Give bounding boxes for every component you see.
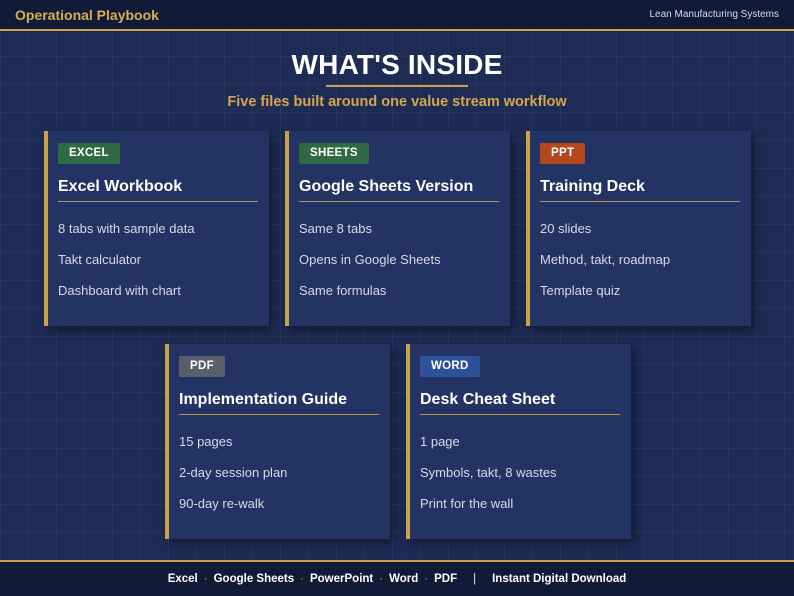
feature-list: Same 8 tabs Opens in Google Sheets Same … xyxy=(299,221,441,314)
feature-list: 15 pages 2-day session plan 90-day re-wa… xyxy=(179,434,287,527)
delivery-note: Instant Digital Download xyxy=(492,573,627,585)
card-word: WORD Desk Cheat Sheet 1 page Symbols, ta… xyxy=(406,344,631,539)
format-word: Word xyxy=(389,573,419,585)
list-item: 15 pages xyxy=(179,434,233,449)
feature-list: 1 page Symbols, takt, 8 wastes Print for… xyxy=(420,434,557,527)
list-item: Method, takt, roadmap xyxy=(540,252,671,267)
card-excel: EXCEL Excel Workbook 8 tabs with sample … xyxy=(44,131,269,326)
dot-separator: · xyxy=(379,573,384,585)
list-item: Print for the wall xyxy=(420,496,514,511)
brand-title: Operational Playbook xyxy=(15,7,159,23)
sheets-badge: SHEETS xyxy=(299,143,369,164)
list-item: Opens in Google Sheets xyxy=(299,252,441,267)
top-bar: Operational Playbook Lean Manufacturing … xyxy=(0,0,794,31)
format-excel: Excel xyxy=(167,573,198,585)
page-subtitle: Five files built around one value stream… xyxy=(227,94,567,110)
excel-badge: EXCEL xyxy=(58,143,120,164)
header-tagline: Lean Manufacturing Systems xyxy=(649,9,779,20)
dot-separator: · xyxy=(300,573,304,585)
format-powerpoint: PowerPoint xyxy=(309,573,374,585)
feature-list: 8 tabs with sample data Takt calculator … xyxy=(58,221,195,314)
card-divider xyxy=(58,201,258,202)
card-title: Desk Cheat Sheet xyxy=(420,391,556,408)
list-item: Same 8 tabs xyxy=(299,221,372,236)
dot-separator: · xyxy=(424,573,429,585)
list-item: 90-day re-walk xyxy=(179,496,265,511)
list-item: 1 page xyxy=(420,434,460,449)
format-google-sheets: Google Sheets xyxy=(213,573,295,585)
card-divider xyxy=(540,201,740,202)
word-badge: WORD xyxy=(420,356,480,377)
list-item: 20 slides xyxy=(540,221,592,236)
list-item: Same formulas xyxy=(299,283,387,298)
pdf-badge: PDF xyxy=(179,356,225,377)
footer-separator: | xyxy=(473,573,477,585)
card-title: Training Deck xyxy=(540,178,645,195)
title-underline xyxy=(326,85,468,87)
card-title: Implementation Guide xyxy=(179,391,348,408)
card-title: Excel Workbook xyxy=(58,178,183,195)
card-divider xyxy=(299,201,499,202)
format-pdf: PDF xyxy=(434,573,458,585)
list-item: Symbols, takt, 8 wastes xyxy=(420,465,557,480)
list-item: 8 tabs with sample data xyxy=(58,221,195,236)
footer-bar: Excel · Google Sheets · PowerPoint · Word · PDF |… xyxy=(0,560,794,596)
card-divider xyxy=(420,414,620,415)
list-item: Takt calculator xyxy=(58,252,142,267)
list-item: Dashboard with chart xyxy=(58,283,181,298)
card-ppt: PPT Training Deck 20 slides Method, takt… xyxy=(526,131,751,326)
card-pdf: PDF Implementation Guide 15 pages 2-day … xyxy=(165,344,390,539)
card-divider xyxy=(179,414,379,415)
list-item: 2-day session plan xyxy=(179,465,288,480)
card-title: Google Sheets Version xyxy=(299,178,474,195)
dot-separator: · xyxy=(203,573,208,585)
page-title: WHAT'S INSIDE xyxy=(291,49,503,80)
ppt-badge: PPT xyxy=(540,143,586,164)
card-sheets: SHEETS Google Sheets Version Same 8 tabs… xyxy=(285,131,510,326)
list-item: Template quiz xyxy=(540,283,621,298)
feature-list: 20 slides Method, takt, roadmap Template… xyxy=(540,221,670,314)
